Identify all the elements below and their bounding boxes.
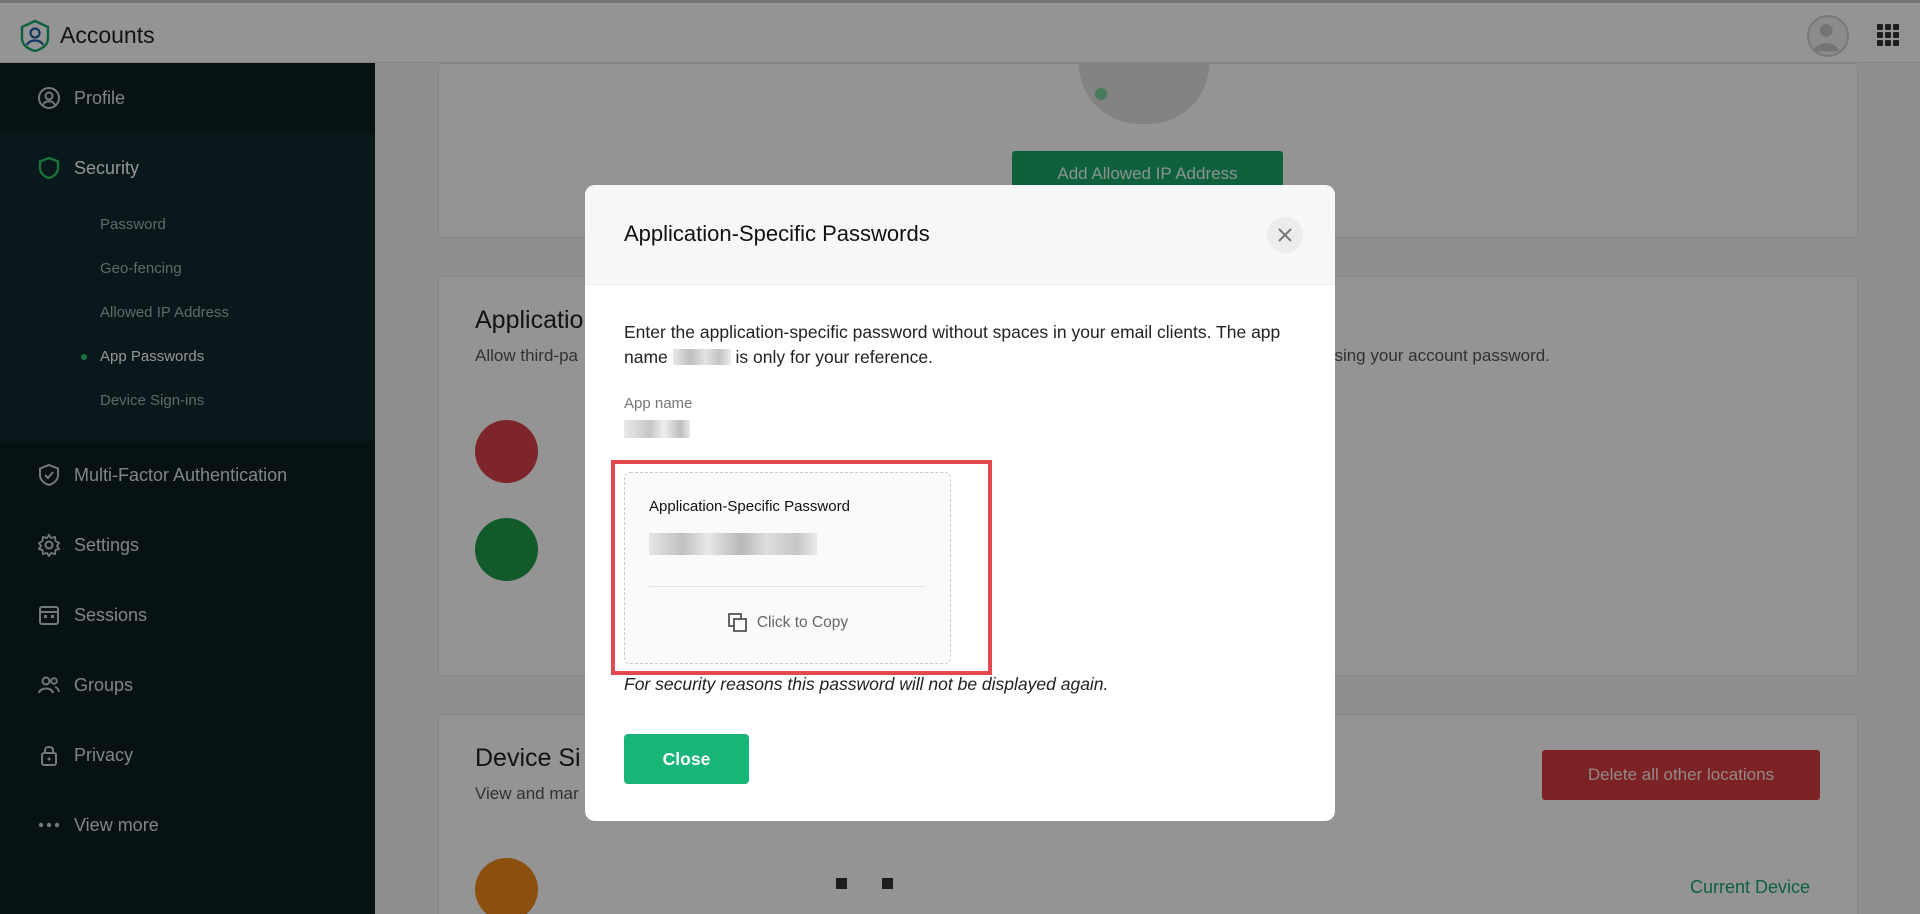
intro-text: Enter the application-specific password …	[624, 320, 1304, 370]
modal-intro: Enter the application-specific password …	[624, 320, 1304, 370]
highlight-box	[611, 460, 992, 675]
app-name-label: App name	[624, 395, 693, 412]
blurred-app-name	[672, 349, 731, 365]
modal-title: Application-Specific Passwords	[624, 221, 930, 246]
app-name-value	[624, 420, 690, 438]
close-icon[interactable]	[1267, 217, 1303, 253]
intro-text-part2: is only for your reference.	[730, 347, 933, 367]
close-button[interactable]: Close	[624, 734, 749, 784]
app-password-modal: Application-Specific Passwords Enter the…	[585, 185, 1335, 821]
security-warning: For security reasons this password will …	[624, 674, 1109, 694]
modal-header: Application-Specific Passwords	[585, 185, 1335, 285]
